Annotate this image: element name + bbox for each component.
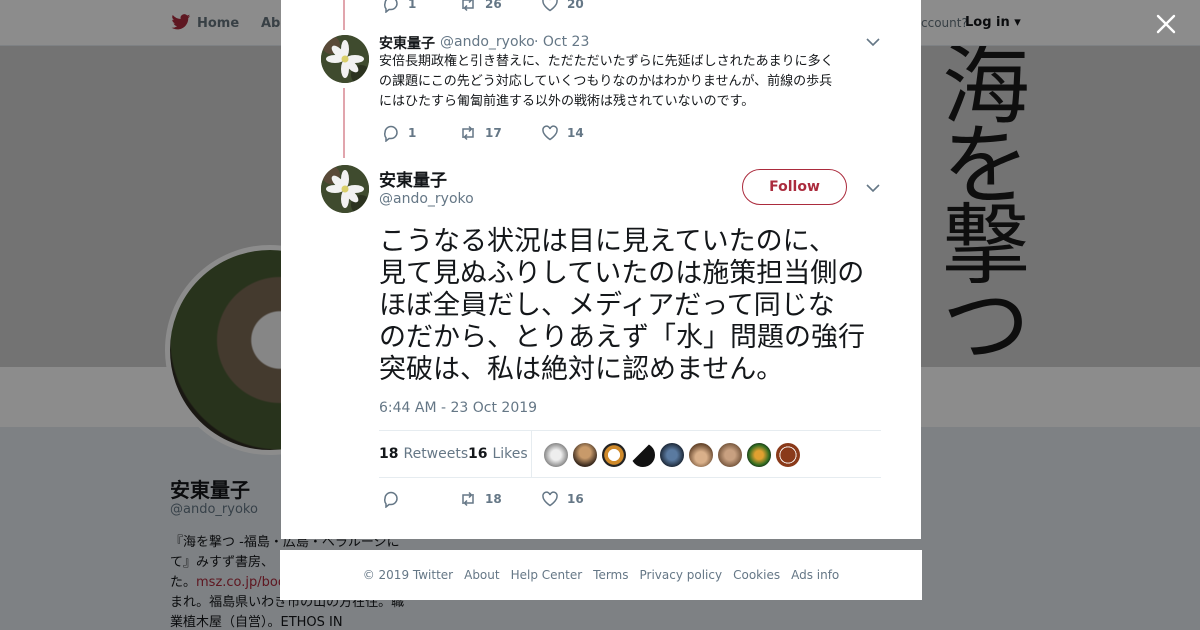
retweet-stat-count: 18: [379, 446, 399, 462]
author-avatar[interactable]: [321, 35, 369, 83]
main-tweet-text-line: 見て見ぬふりしていたのは施策担当側の: [379, 258, 865, 289]
footer-link-help-center[interactable]: Help Center: [511, 568, 583, 582]
author-avatar[interactable]: [321, 165, 369, 213]
main-tweet-text: こうなる状況は目に見えていたのに、 見て見ぬふりしていたのは施策担当側の ほぼ全…: [379, 226, 891, 386]
reply-action[interactable]: 1: [382, 0, 416, 13]
main-tweet-text-line: 突破は、私は絶対に認めません。: [379, 354, 784, 385]
retweet-stat[interactable]: 18 Retweets: [379, 446, 468, 462]
tweet-text-line: の課題にこの先どう対応していくつもりなのかはわかりませんが、前線の歩兵: [379, 74, 833, 89]
liker-avatar[interactable]: [688, 442, 714, 468]
thread-connector: [343, 0, 345, 30]
retweet-icon: [462, 0, 474, 12]
liker-avatar[interactable]: [659, 442, 685, 468]
liker-avatar[interactable]: [717, 442, 743, 468]
anemone-flower-image: [321, 165, 369, 213]
heart-icon: [542, 491, 558, 507]
modal-footer: © 2019 Twitter About Help Center Terms P…: [280, 550, 922, 600]
like-action[interactable]: 16: [541, 490, 584, 508]
anemone-flower-image: [321, 35, 369, 83]
reply-icon: [384, 0, 398, 13]
liker-avatar[interactable]: [630, 442, 656, 468]
stats-divider: [531, 431, 532, 477]
reply-icon: [384, 491, 398, 508]
tweet-text-line: にはひたすら匍匐前進する以外の戦術は残されていないのです。: [379, 94, 755, 109]
tweet-timestamp[interactable]: 6:44 AM - 23 Oct 2019: [379, 400, 537, 416]
main-tweet-text-line: のだから、とりあえず「水」問題の強行: [379, 322, 865, 353]
retweet-count: 26: [485, 0, 502, 11]
like-count: 14: [567, 126, 584, 140]
reply-action[interactable]: [382, 490, 408, 508]
retweet-action[interactable]: 17: [459, 124, 502, 142]
tweet-author-name[interactable]: 安東量子: [379, 166, 447, 191]
like-stat-count: 16: [468, 446, 488, 462]
like-stat[interactable]: 16 Likes: [468, 446, 528, 462]
main-tweet-text-line: こうなる状況は目に見えていたのに、: [379, 226, 836, 257]
chevron-down-icon[interactable]: [866, 37, 880, 47]
retweet-count: 17: [485, 126, 502, 140]
footer-link-about[interactable]: About: [464, 568, 499, 582]
retweet-action[interactable]: 18: [459, 490, 502, 508]
like-action[interactable]: 20: [541, 0, 584, 13]
retweet-action[interactable]: 26: [459, 0, 502, 13]
retweet-icon: [462, 125, 474, 141]
footer-link-cookies[interactable]: Cookies: [733, 568, 780, 582]
like-stat-label: Likes: [492, 446, 528, 462]
footer-link-terms[interactable]: Terms: [593, 568, 628, 582]
reply-icon: [384, 125, 398, 142]
footer-link-ads-info[interactable]: Ads info: [791, 568, 839, 582]
tweet-author-handle[interactable]: @ando_ryoko: [379, 191, 474, 207]
liker-avatar[interactable]: [543, 442, 569, 468]
retweet-stat-label: Retweets: [403, 446, 469, 462]
close-icon[interactable]: [1155, 13, 1177, 35]
tweet-author-handle[interactable]: @ando_ryoko: [440, 34, 535, 50]
heart-icon: [542, 125, 558, 141]
chevron-down-icon[interactable]: [866, 183, 880, 193]
like-count: 16: [567, 492, 584, 506]
retweet-icon: [462, 491, 474, 507]
footer-copyright: © 2019 Twitter: [362, 568, 454, 582]
liker-avatar[interactable]: [746, 442, 772, 468]
footer-link-privacy[interactable]: Privacy policy: [640, 568, 723, 582]
heart-icon: [542, 0, 558, 12]
like-action[interactable]: 14: [541, 124, 584, 142]
reply-action[interactable]: 1: [382, 124, 416, 142]
main-tweet-text-line: ほぼ全員だし、メディアだって同じな: [379, 290, 835, 321]
tweet-modal: 1 26 20 安東量子 @ando_ryoko · Oct 23 安倍長期政権…: [281, 0, 921, 539]
liker-avatar[interactable]: [775, 442, 801, 468]
liker-avatar[interactable]: [601, 442, 627, 468]
tweet-text-line: 安倍長期政権と引き替えに、ただただいたずらに先延ばしされたあまりに多く: [379, 54, 834, 69]
reply-count: 1: [408, 126, 417, 140]
retweet-count: 18: [485, 492, 502, 506]
reply-count: 1: [408, 0, 417, 11]
engagement-stats: 18 Retweets 16 Likes: [379, 430, 881, 478]
liker-avatar[interactable]: [572, 442, 598, 468]
thread-connector: [343, 88, 345, 158]
tweet-text: 安倍長期政権と引き替えに、ただただいたずらに先延ばしされたあまりに多く の課題に…: [379, 52, 879, 112]
tweet-author-name[interactable]: 安東量子: [379, 33, 435, 53]
like-count: 20: [567, 0, 584, 11]
follow-button[interactable]: Follow: [742, 169, 847, 205]
tweet-date[interactable]: · Oct 23: [534, 34, 589, 50]
